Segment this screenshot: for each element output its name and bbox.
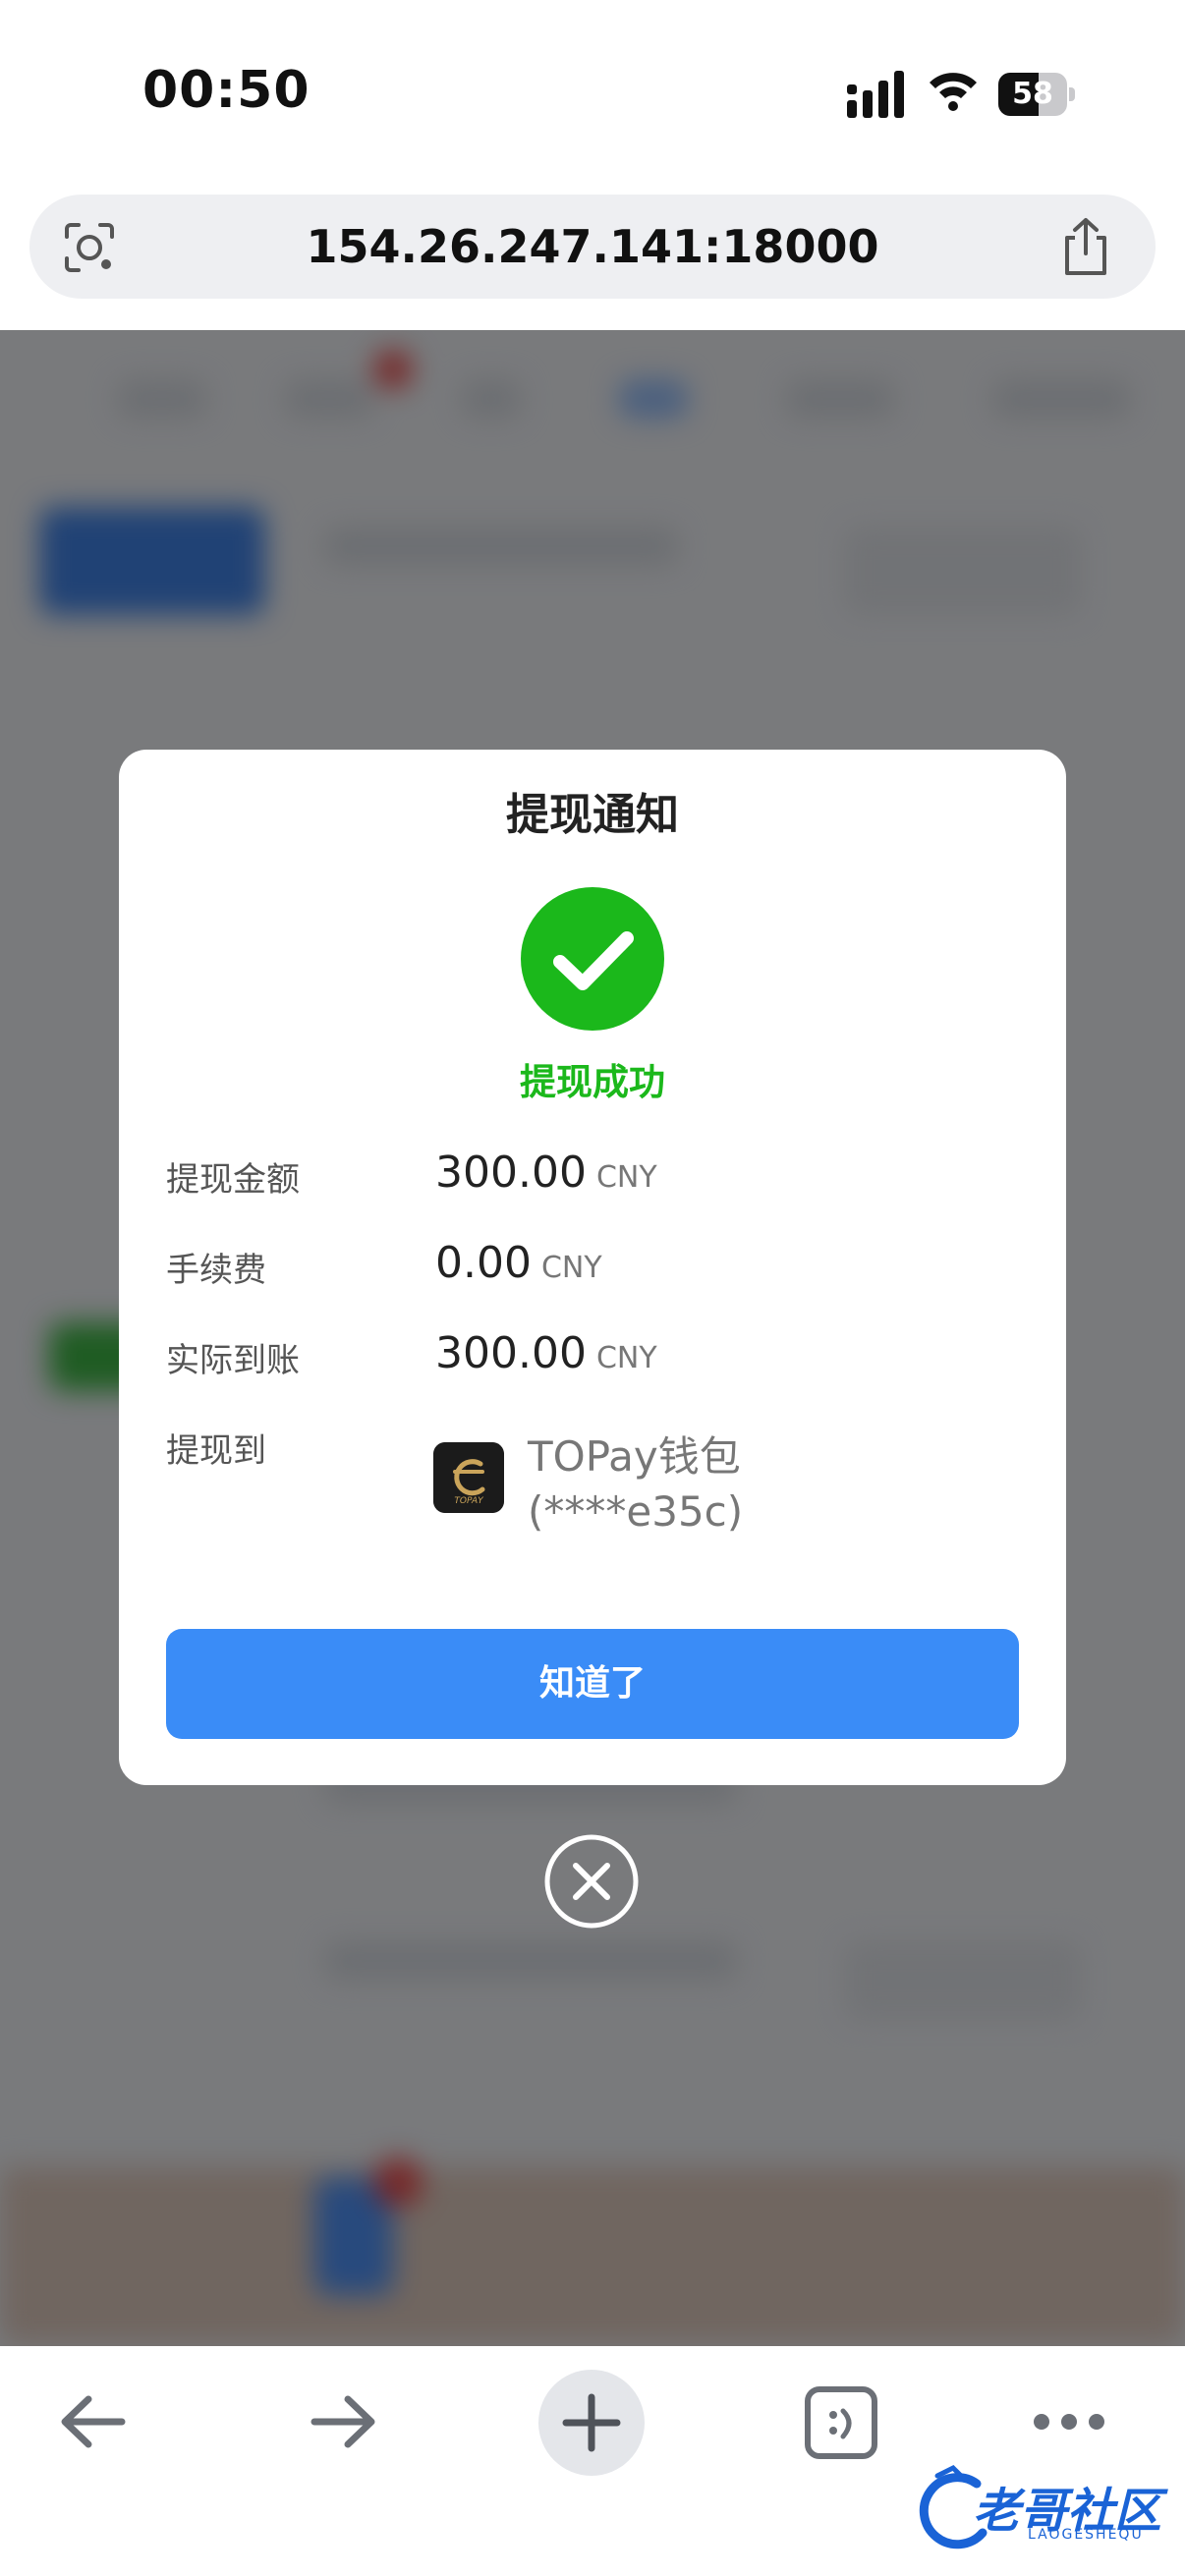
- battery-icon: 58: [998, 73, 1077, 116]
- url-text[interactable]: 154.26.247.141:18000: [29, 195, 1156, 299]
- close-dialog-icon[interactable]: [543, 1833, 640, 1930]
- amount-unit: CNY: [595, 1160, 657, 1195]
- success-status-text: 提现成功: [520, 1061, 665, 1103]
- share-icon[interactable]: [1057, 216, 1114, 277]
- svg-text:TOPAY: TOPAY: [454, 1496, 484, 1506]
- topay-wallet-logo: TOPAY: [433, 1442, 504, 1513]
- received-unit: CNY: [595, 1341, 657, 1375]
- wallet-account: (****e35c): [528, 1487, 744, 1536]
- status-bar: 00:50 58: [0, 0, 1185, 187]
- wallet-name: TOPay钱包: [528, 1432, 741, 1481]
- amount-label: 提现金额: [166, 1160, 300, 1200]
- battery-percent: 58: [1012, 77, 1053, 111]
- address-bar[interactable]: 154.26.247.141:18000: [29, 195, 1156, 299]
- more-icon[interactable]: [1032, 2405, 1106, 2438]
- fee-value: 0.00 CNY: [435, 1238, 602, 1288]
- received-label: 实际到账: [166, 1341, 300, 1380]
- tabs-icon[interactable]: [804, 2385, 878, 2460]
- status-time: 00:50: [142, 61, 310, 120]
- amount-value: 300.00 CNY: [435, 1148, 657, 1198]
- cellular-signal-icon: [847, 71, 904, 118]
- got-it-button[interactable]: 知道了: [166, 1629, 1019, 1739]
- fee-number: 0.00: [435, 1238, 532, 1288]
- received-number: 300.00: [435, 1328, 587, 1378]
- received-value: 300.00 CNY: [435, 1328, 657, 1378]
- success-check-icon: [521, 887, 664, 1031]
- withdrawal-notice-dialog: 提现通知 提现成功 提现金额 300.00 CNY 手续费 0.00 CNY 实际到…: [119, 750, 1066, 1785]
- new-tab-plus-icon[interactable]: [538, 2370, 645, 2476]
- site-watermark: 老哥社区 LAOGESHEQU: [918, 2464, 1173, 2552]
- withdraw-to-label: 提现到: [166, 1431, 266, 1471]
- wifi-icon: [930, 73, 977, 111]
- dialog-title: 提现通知: [506, 790, 679, 840]
- browser-toolbar: 老哥社区 LAOGESHEQU: [0, 2346, 1185, 2576]
- fee-unit: CNY: [540, 1251, 602, 1285]
- wallet-info: TOPay钱包 (****e35c): [528, 1429, 743, 1540]
- watermark-subtext: LAOGESHEQU: [1028, 2527, 1144, 2543]
- fee-label: 手续费: [166, 1251, 266, 1290]
- back-arrow-icon[interactable]: [57, 2385, 130, 2458]
- amount-number: 300.00: [435, 1148, 587, 1198]
- forward-arrow-icon[interactable]: [307, 2385, 379, 2458]
